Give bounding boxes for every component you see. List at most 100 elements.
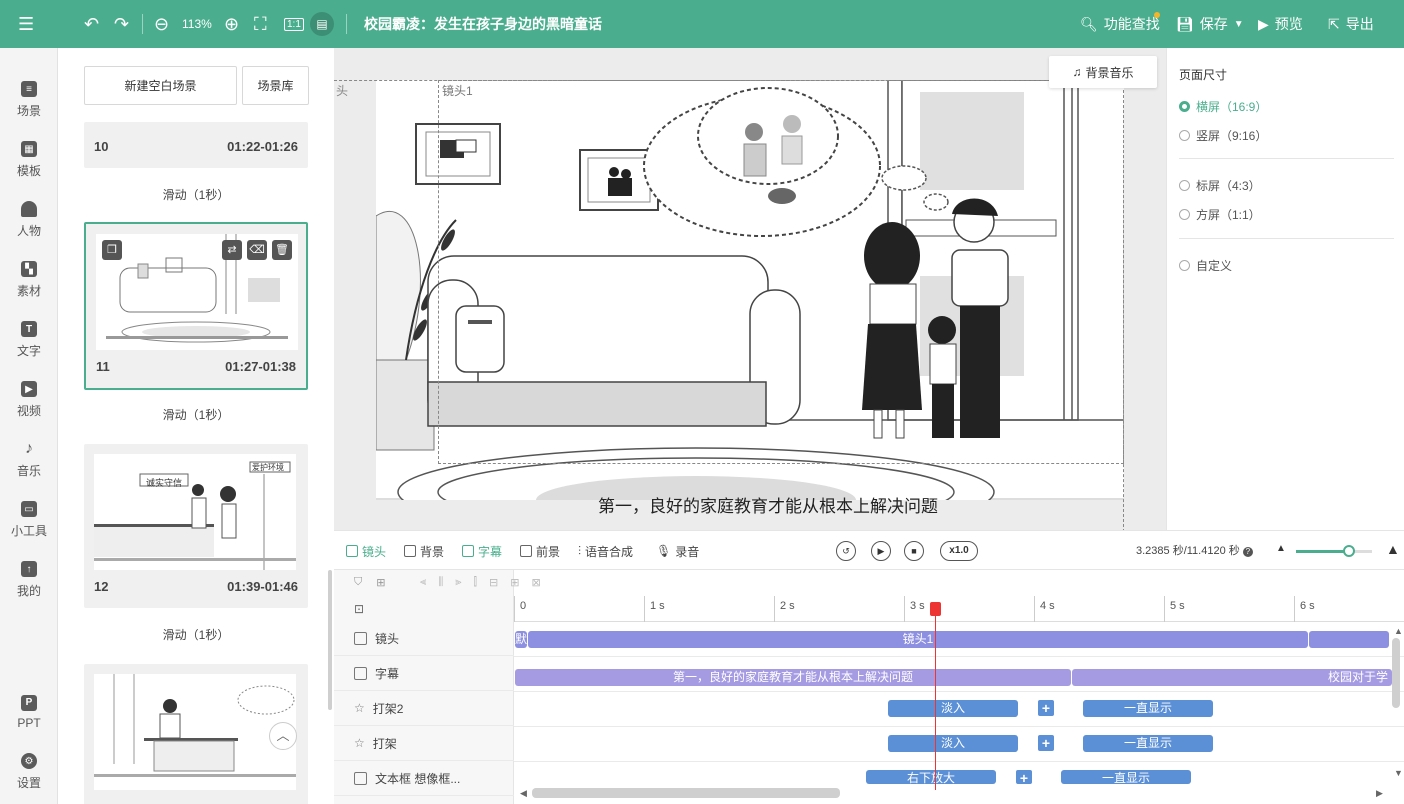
scene-transition[interactable]: 滑动（1秒） [84, 626, 308, 643]
clip-always-show[interactable]: 一直显示 [1061, 770, 1191, 784]
copy-scene-icon[interactable]: ❐ [102, 240, 122, 260]
eraser-icon[interactable]: ⌫ [247, 240, 267, 260]
background-music-button[interactable]: ♫ 背景音乐 [1049, 56, 1157, 88]
stop-button[interactable]: ■ [904, 541, 924, 561]
align-center-icon[interactable]: ⫼ [438, 576, 443, 589]
export-button[interactable]: ⇱ 导出 [1328, 0, 1374, 48]
add-animation-button[interactable]: + [1038, 735, 1054, 751]
fullscreen-icon[interactable]: ⛶ [254, 0, 267, 48]
tab-foreground[interactable]: 前景 [520, 531, 560, 571]
clip-lens-1[interactable]: 镜头1 [528, 631, 1308, 648]
track-fight2[interactable]: ☆ 打架2 [334, 691, 514, 726]
zoom-in-mountain-icon[interactable]: ▲ [1386, 541, 1400, 557]
nav-tools[interactable]: ▭ 小工具 [0, 496, 58, 544]
speed-button[interactable]: x1.0 [940, 541, 978, 561]
track-lens[interactable]: 镜头 [334, 621, 514, 656]
help-icon[interactable]: ? [1242, 547, 1253, 557]
scene-panel-scrollbar[interactable] [328, 570, 332, 710]
layers-icon[interactable]: ⊡ [354, 602, 364, 616]
nav-text[interactable]: T 文字 [0, 316, 58, 364]
option-landscape[interactable]: 横屏（16:9） [1179, 98, 1267, 115]
scroll-right-arrow[interactable]: ▶ [1376, 788, 1383, 799]
nav-mine[interactable]: ↑ 我的 [0, 556, 58, 604]
zoom-in-icon[interactable]: ⊕ [224, 0, 239, 48]
playhead-handle[interactable] [930, 602, 941, 616]
stack2-icon[interactable]: ⊠ [531, 576, 540, 589]
scene-transition[interactable]: 滑动（1秒） [84, 406, 308, 423]
distribute-icon[interactable]: ⫿ [474, 576, 478, 589]
track-subtitle[interactable]: 字幕 [334, 656, 514, 691]
scene-card-11[interactable]: ❐ ⇄ ⌫ 🗑︎ 11 01:27-01:38 [84, 222, 308, 390]
tab-background[interactable]: 背景 [404, 531, 444, 571]
clip-lens-default[interactable]: 默 [515, 631, 527, 648]
zoom-out-mountain-icon[interactable]: ▲ [1276, 543, 1286, 554]
replay-button[interactable]: ↺ [836, 541, 856, 561]
nav-ppt[interactable]: P PPT [0, 688, 58, 736]
scroll-down-arrow[interactable]: ▼ [1394, 768, 1403, 778]
timeline-v-scrollbar[interactable] [1392, 638, 1400, 708]
subtitle-toggle-icon[interactable]: ▤ [310, 0, 334, 48]
scene-card-13[interactable]: ︿ [84, 664, 308, 804]
actual-size-icon[interactable]: 1:1 [284, 0, 304, 48]
scene-library-button[interactable]: 场景库 [242, 66, 309, 105]
delete-icon[interactable]: 🗑︎ [272, 240, 292, 260]
nav-material[interactable]: ▚ 素材 [0, 256, 58, 304]
play-button[interactable]: ▶ [871, 541, 891, 561]
redo-icon[interactable]: ↷ [114, 0, 129, 48]
tab-tts[interactable]: ⫶ 语音合成 [578, 531, 633, 571]
stack-icon[interactable]: ⊞ [510, 576, 519, 589]
track-fight[interactable]: ☆ 打架 [334, 726, 514, 761]
save-button[interactable]: 💾︎ 保存 ▼ [1176, 0, 1244, 48]
scroll-up-arrow[interactable]: ▲ [1394, 626, 1403, 636]
align-right-icon[interactable]: ⫸ [455, 576, 461, 589]
nav-video[interactable]: ▶ 视频 [0, 376, 58, 424]
clip-zoom-right-down[interactable]: 右下放大 [866, 770, 996, 784]
clip-subtitle-2[interactable]: 校园对于学 [1072, 669, 1392, 686]
nav-scene[interactable]: ≡ 场景 [0, 76, 58, 124]
slider-knob[interactable] [1343, 545, 1356, 557]
time-ruler[interactable]: 0 1 s 2 s 3 s 4 s 5 s 6 s [514, 596, 1404, 622]
material-icon: ▚ [21, 261, 37, 277]
new-blank-scene-button[interactable]: 新建空白场景 [84, 66, 237, 105]
text-icon: T [21, 321, 37, 337]
align-left-icon[interactable]: ⫷ [420, 576, 426, 589]
scene-card-10[interactable]: 10 01:22-01:26 [84, 122, 308, 168]
tab-subtitle[interactable]: 字幕 [462, 531, 502, 571]
option-square[interactable]: 方屏（1:1） [1179, 206, 1261, 223]
filter-icon[interactable]: ⛉ [354, 576, 362, 589]
undo-icon[interactable]: ↶ [84, 0, 99, 48]
scroll-up-button[interactable]: ︿ [269, 722, 297, 750]
track-textbox[interactable]: 文本框 想像框... [334, 761, 514, 796]
nav-character[interactable]: 人物 [0, 196, 58, 244]
scene-number: 11 [96, 359, 110, 374]
clip-lens-next[interactable] [1309, 631, 1389, 648]
timeline-zoom-slider[interactable] [1296, 545, 1372, 557]
option-standard[interactable]: 标屏（4:3） [1179, 177, 1261, 194]
scene-transition[interactable]: 滑动（1秒） [84, 186, 308, 203]
option-custom[interactable]: 自定义 [1179, 257, 1232, 274]
group-icon[interactable]: ⊞ [376, 576, 385, 589]
nav-settings[interactable]: ⚙ 设置 [0, 748, 58, 796]
scroll-left-arrow[interactable]: ◀ [520, 788, 527, 799]
menu-icon[interactable]: ☰ [18, 0, 34, 48]
project-title[interactable]: 校园霸凌：发生在孩子身边的黑暗童话 [364, 0, 602, 48]
clip-fade-in[interactable]: 淡入 [888, 700, 1018, 717]
preview-button[interactable]: ▶ 预览 [1258, 0, 1303, 48]
clip-always-show[interactable]: 一直显示 [1083, 700, 1213, 717]
distribute-v-icon[interactable]: ⊟ [489, 576, 498, 589]
clip-always-show[interactable]: 一直显示 [1083, 735, 1213, 752]
feature-search-button[interactable]: 🔍︎ 功能查找 [1080, 0, 1160, 48]
timeline-h-scrollbar[interactable] [532, 788, 840, 798]
clip-fade-in[interactable]: 淡入 [888, 735, 1018, 752]
add-animation-button[interactable]: + [1016, 770, 1032, 786]
nav-template[interactable]: ▦ 模板 [0, 136, 58, 184]
option-portrait[interactable]: 竖屏（9:16） [1179, 127, 1267, 144]
swap-scene-icon[interactable]: ⇄ [222, 240, 242, 260]
tab-lens[interactable]: 镜头 [346, 531, 386, 571]
zoom-out-icon[interactable]: ⊖ [154, 0, 169, 48]
scene-card-12[interactable]: 诚实守信 爱护环境 12 01:39-01:46 [84, 444, 308, 608]
tab-record[interactable]: 🎙︎ 录音 [656, 531, 699, 571]
nav-music[interactable]: ♪ 音乐 [0, 436, 58, 484]
add-animation-button[interactable]: + [1038, 700, 1054, 716]
clip-subtitle-1[interactable]: 第一，良好的家庭教育才能从根本上解决问题 [515, 669, 1071, 686]
